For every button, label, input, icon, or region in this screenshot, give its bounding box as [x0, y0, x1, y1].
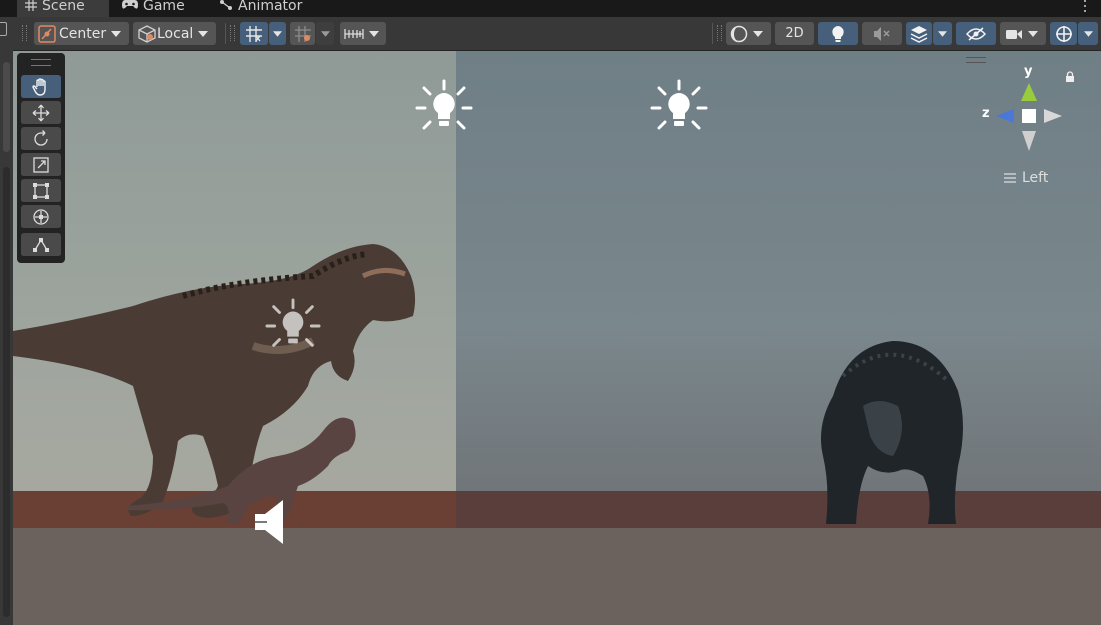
effects-toggle[interactable] [906, 22, 932, 45]
lightbulb-icon [832, 25, 844, 42]
left-panel-edge [0, 17, 13, 625]
gizmo-z-label: z [982, 106, 990, 121]
axis-gizmo-icon[interactable] [994, 81, 1064, 156]
tab-game[interactable]: Game [122, 0, 185, 17]
toolbar-separator [712, 23, 713, 44]
tab-label: Animator [238, 0, 303, 14]
chevron-down-icon [320, 30, 330, 37]
chevron-down-icon [111, 30, 122, 37]
panel-icon [0, 22, 7, 36]
move-tool-button[interactable] [21, 101, 61, 125]
toolbar-grip [22, 25, 27, 41]
light-gizmo-icon [265, 298, 321, 347]
overlay-drag-handle[interactable] [31, 59, 51, 66]
scene-toolbar: Center Local 2D [0, 17, 1101, 51]
shading-sphere-icon [730, 25, 748, 42]
chevron-down-icon [198, 30, 209, 37]
draw-mode-dropdown[interactable] [726, 22, 771, 45]
scene-visibility-toggle[interactable] [956, 22, 996, 45]
light-gizmo-icon [650, 79, 708, 130]
scale-tool-button[interactable] [21, 153, 61, 177]
transform-all-icon [33, 208, 49, 225]
audio-toggle[interactable] [862, 22, 902, 45]
view-orientation-label[interactable]: Left [1004, 170, 1048, 186]
scene-viewport[interactable]: y z Left [13, 51, 1101, 625]
scale-icon [33, 156, 49, 173]
layers-stack-icon [910, 25, 928, 43]
space-mode-dropdown[interactable]: Local [133, 22, 216, 45]
space-mode-label: Local [157, 25, 194, 42]
rect-tool-button[interactable] [21, 179, 61, 203]
gizmo-globe-icon [1055, 25, 1072, 42]
tab-scene[interactable]: Scene [17, 0, 109, 17]
scrollbar-thumb[interactable] [3, 62, 10, 152]
rect-transform-icon [33, 182, 49, 199]
chevron-down-icon [1083, 30, 1093, 37]
lock-icon[interactable] [1065, 71, 1075, 83]
window-tab-bar: Scene Game Animator [0, 0, 1101, 17]
transform-tools-overlay [17, 53, 65, 263]
ruler-snap-icon [344, 28, 364, 39]
2d-mode-label: 2D [785, 26, 804, 41]
pivot-center-icon [38, 24, 56, 43]
rotate-icon [34, 129, 48, 146]
chevron-down-icon [273, 30, 282, 37]
effects-dropdown[interactable] [933, 22, 952, 45]
hand-icon [32, 77, 46, 96]
eye-hidden-icon [966, 26, 986, 41]
grid-snapping-button[interactable] [240, 22, 268, 45]
gizmos-toggle[interactable] [1050, 22, 1077, 45]
cube-icon [138, 24, 156, 43]
custom-tool-icon [33, 237, 49, 252]
toolbar-grip [717, 25, 722, 41]
gamepad-icon [122, 0, 138, 9]
rotate-tool-button[interactable] [21, 127, 61, 151]
toolbar-separator [225, 23, 226, 44]
2d-mode-toggle[interactable]: 2D [775, 22, 814, 45]
light-gizmo-icon [415, 79, 473, 130]
more-options-icon[interactable] [1083, 0, 1087, 12]
view-name: Left [1022, 170, 1049, 186]
chevron-down-icon [938, 30, 947, 37]
toolbar-grip [230, 25, 235, 41]
gizmos-dropdown[interactable] [1078, 22, 1098, 45]
tab-label: Scene [42, 0, 85, 14]
chevron-down-icon [1028, 30, 1038, 37]
custom-tool-button[interactable] [21, 233, 61, 257]
animator-icon [220, 0, 232, 10]
grid-snapping-dropdown[interactable] [269, 22, 286, 45]
grid-icon [25, 0, 37, 11]
gizmo-y-label: y [1024, 64, 1033, 79]
chevron-down-icon [753, 30, 763, 37]
grid-snap-icon [246, 25, 262, 42]
pachycephalosaurus-model [128, 417, 356, 525]
audio-source-gizmo-icon [255, 500, 283, 544]
overlay-drag-handle[interactable] [966, 57, 986, 63]
lighting-toggle[interactable] [818, 22, 858, 45]
tab-label: Game [143, 0, 185, 14]
increment-snap-icon [294, 25, 311, 42]
move-arrows-icon [32, 104, 50, 121]
transform-tool-button[interactable] [21, 205, 61, 229]
hand-tool-button[interactable] [21, 75, 61, 99]
speaker-muted-icon [874, 26, 890, 41]
increment-snap-button[interactable] [290, 22, 315, 45]
video-camera-icon [1006, 29, 1022, 39]
pivot-mode-label: Center [59, 25, 107, 42]
ground-wall-shaded [456, 491, 1101, 528]
pivot-mode-dropdown[interactable]: Center [34, 22, 129, 45]
chevron-down-icon [369, 30, 379, 37]
tab-animator[interactable]: Animator [219, 0, 302, 17]
creature-model [820, 341, 963, 524]
scene-camera-dropdown[interactable] [1000, 22, 1046, 45]
increment-snap-dropdown[interactable] [316, 22, 334, 45]
floor-plane [13, 528, 1101, 625]
scrollbar-track[interactable] [3, 167, 10, 617]
menu-lines-icon [1004, 173, 1016, 183]
snap-settings-dropdown[interactable] [340, 22, 386, 45]
